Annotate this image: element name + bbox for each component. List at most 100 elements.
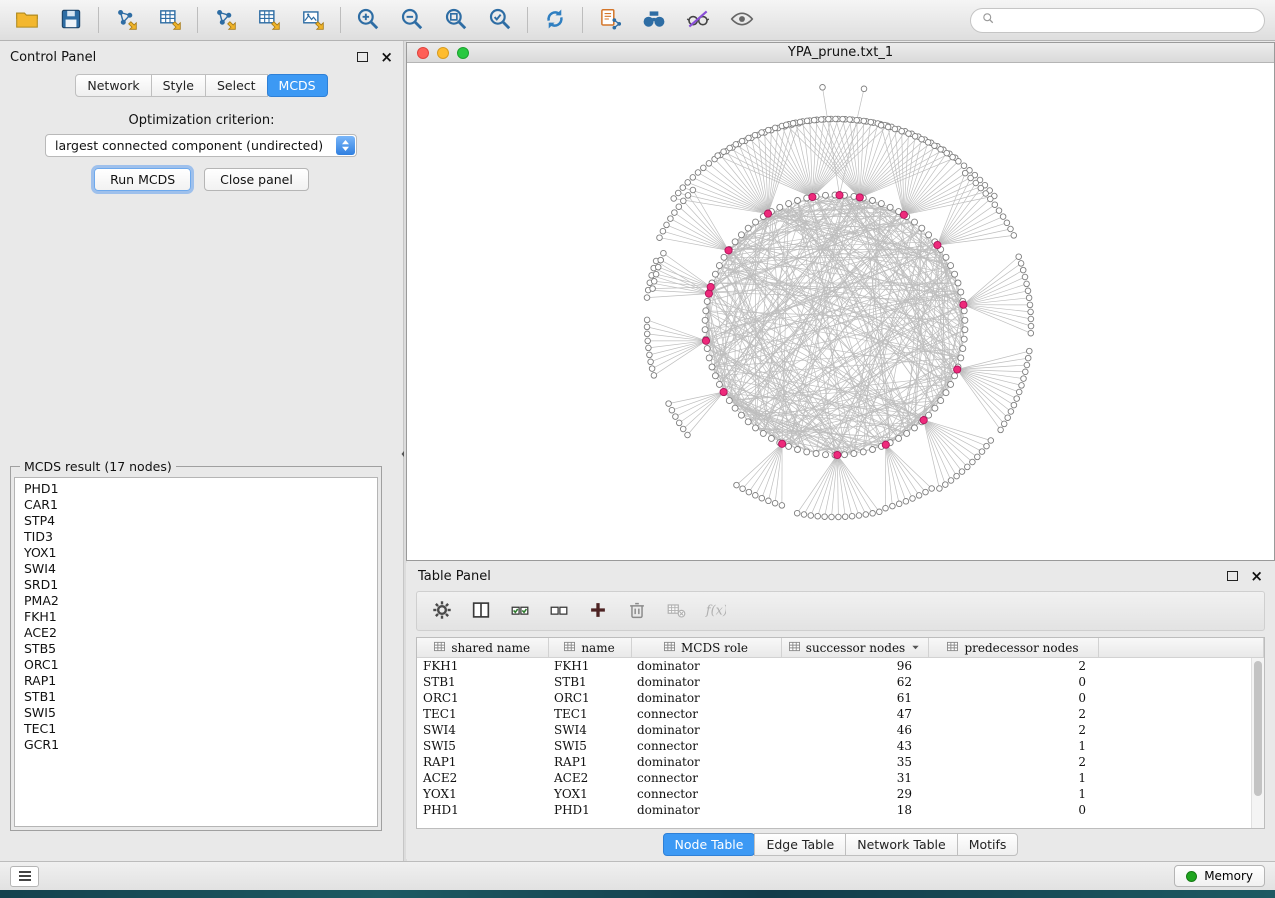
table-row[interactable]: SWI4SWI4dominator462 [417,722,1264,738]
cell-predecessor-nodes[interactable]: 0 [928,690,1098,706]
cell-mcds-role[interactable]: dominator [631,674,781,690]
cell-mcds-role[interactable]: connector [631,770,781,786]
mcds-result-list[interactable]: PHD1CAR1STP4TID3YOX1SWI4SRD1PMA2FKH1ACE2… [14,477,378,827]
tab-select[interactable]: Select [205,74,268,97]
table-row[interactable]: ORC1ORC1dominator610 [417,690,1264,706]
cell-predecessor-nodes[interactable]: 2 [928,722,1098,738]
cell-name[interactable]: ORC1 [548,690,631,706]
cell-mcds-role[interactable]: dominator [631,754,781,770]
close-panel-icon[interactable]: × [380,50,393,65]
float-table-panel-icon[interactable] [1227,571,1238,581]
mcds-result-item[interactable]: STP4 [24,513,377,529]
cell-name[interactable]: PHD1 [548,802,631,818]
table-row[interactable]: STB1STB1dominator620 [417,674,1264,690]
mcds-result-item[interactable]: ORC1 [24,657,377,673]
tab-style[interactable]: Style [151,74,206,97]
cell-successor-nodes[interactable]: 62 [781,674,928,690]
table-mode-button[interactable] [431,599,453,624]
mcds-result-item[interactable]: ACE2 [24,625,377,641]
tab-network-table[interactable]: Network Table [845,833,958,856]
cell-name[interactable]: TEC1 [548,706,631,722]
delete-columns-button[interactable] [626,599,648,624]
panel-menu-button[interactable] [10,866,39,887]
open-file-button[interactable] [10,5,44,35]
mcds-result-item[interactable]: STB5 [24,641,377,657]
float-panel-icon[interactable] [357,52,368,62]
column-header-successor-nodes[interactable]: successor nodes [781,638,928,658]
hide-selected-button[interactable] [681,5,715,35]
cell-shared-name[interactable]: STB1 [417,674,548,690]
save-session-button[interactable] [54,5,88,35]
cell-mcds-role[interactable]: dominator [631,690,781,706]
mcds-result-item[interactable]: CAR1 [24,497,377,513]
cell-successor-nodes[interactable]: 61 [781,690,928,706]
mcds-result-item[interactable]: TEC1 [24,721,377,737]
create-column-button[interactable] [587,599,609,624]
cell-shared-name[interactable]: TEC1 [417,706,548,722]
table-row[interactable]: SWI5SWI5connector431 [417,738,1264,754]
cell-name[interactable]: SWI4 [548,722,631,738]
close-table-panel-icon[interactable]: × [1250,569,1263,584]
column-header-MCDS-role[interactable]: MCDS role [631,638,781,658]
cell-predecessor-nodes[interactable]: 1 [928,738,1098,754]
table-row[interactable]: ACE2ACE2connector311 [417,770,1264,786]
cell-successor-nodes[interactable]: 31 [781,770,928,786]
mcds-result-item[interactable]: RAP1 [24,673,377,689]
mcds-result-item[interactable]: GCR1 [24,737,377,753]
cell-shared-name[interactable]: PHD1 [417,802,548,818]
search-box[interactable] [970,8,1265,33]
cell-shared-name[interactable]: YOX1 [417,786,548,802]
mcds-result-item[interactable]: PMA2 [24,593,377,609]
cell-predecessor-nodes[interactable]: 1 [928,770,1098,786]
import-network-from-file-button[interactable] [109,5,143,35]
tab-node-table[interactable]: Node Table [663,833,756,856]
zoom-selected-button[interactable] [483,5,517,35]
cell-predecessor-nodes[interactable]: 0 [928,802,1098,818]
cell-mcds-role[interactable]: connector [631,786,781,802]
network-canvas[interactable] [407,63,1274,561]
table-row[interactable]: YOX1YOX1connector291 [417,786,1264,802]
cell-name[interactable]: SWI5 [548,738,631,754]
table-scrollbar[interactable] [1251,658,1264,828]
cell-name[interactable]: ACE2 [548,770,631,786]
memory-button[interactable]: Memory [1174,865,1265,887]
mcds-result-item[interactable]: YOX1 [24,545,377,561]
cell-name[interactable]: RAP1 [548,754,631,770]
cell-shared-name[interactable]: ACE2 [417,770,548,786]
cell-predecessor-nodes[interactable]: 0 [928,674,1098,690]
table-row[interactable]: FKH1FKH1dominator962 [417,658,1264,675]
cell-successor-nodes[interactable]: 18 [781,802,928,818]
import-table-from-file-button[interactable] [153,5,187,35]
network-window-titlebar[interactable]: YPA_prune.txt_1 [407,43,1274,63]
mcds-result-item[interactable]: FKH1 [24,609,377,625]
maximize-window-icon[interactable] [457,47,469,59]
deselect-all-rows-button[interactable] [548,599,570,624]
cell-name[interactable]: STB1 [548,674,631,690]
cell-mcds-role[interactable]: dominator [631,802,781,818]
clone-network-button[interactable] [593,5,627,35]
run-mcds-button[interactable]: Run MCDS [94,168,191,191]
cell-successor-nodes[interactable]: 96 [781,658,928,675]
zoom-out-button[interactable] [395,5,429,35]
close-mcds-panel-button[interactable]: Close panel [204,168,309,191]
cell-shared-name[interactable]: ORC1 [417,690,548,706]
search-input[interactable] [1002,12,1254,28]
table-row[interactable]: TEC1TEC1connector472 [417,706,1264,722]
cell-mcds-role[interactable]: connector [631,738,781,754]
cell-successor-nodes[interactable]: 29 [781,786,928,802]
cell-predecessor-nodes[interactable]: 1 [928,786,1098,802]
column-header-predecessor-nodes[interactable]: predecessor nodes [928,638,1098,658]
select-all-rows-button[interactable] [509,599,531,624]
cell-predecessor-nodes[interactable]: 2 [928,754,1098,770]
criterion-select[interactable]: largest connected component (undirected) [45,134,357,157]
export-image-button[interactable] [296,5,330,35]
cell-successor-nodes[interactable]: 43 [781,738,928,754]
tab-edge-table[interactable]: Edge Table [754,833,846,856]
cell-predecessor-nodes[interactable]: 2 [928,706,1098,722]
column-header-shared-name[interactable]: shared name [417,638,548,658]
export-network-button[interactable] [208,5,242,35]
cell-successor-nodes[interactable]: 47 [781,706,928,722]
cell-mcds-role[interactable]: dominator [631,722,781,738]
cell-shared-name[interactable]: FKH1 [417,658,548,675]
zoom-fit-content-button[interactable] [439,5,473,35]
